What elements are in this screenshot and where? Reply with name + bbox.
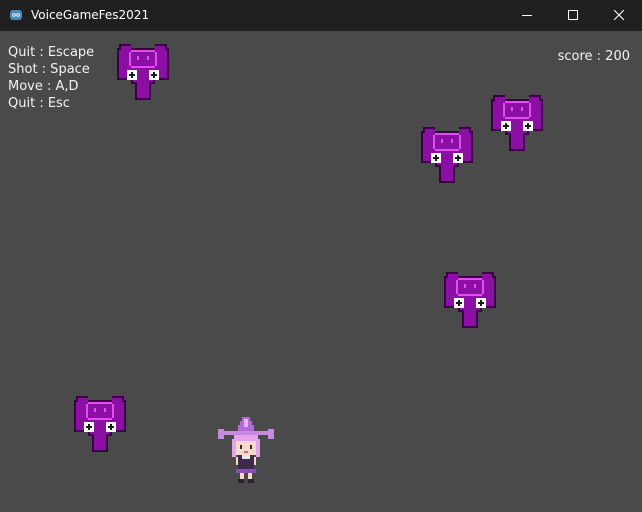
game-window: VoiceGameFes2021 Quit : Escape Shot : Sp… (0, 0, 642, 512)
enemy-ghost (421, 127, 473, 183)
minimize-button[interactable] (504, 0, 550, 31)
score-display: score : 200 (557, 49, 630, 64)
control-line: Quit : Escape (8, 45, 95, 60)
maximize-button[interactable] (550, 0, 596, 31)
enemy-ghost (117, 44, 169, 100)
godot-icon (10, 10, 22, 20)
control-line: Quit : Esc (8, 96, 70, 111)
player-character (218, 417, 274, 483)
enemy-ghost (74, 396, 126, 452)
control-line: Move : A,D (8, 79, 79, 94)
enemy-ghost (444, 272, 496, 328)
maximize-icon (568, 10, 578, 20)
window-title: VoiceGameFes2021 (31, 8, 150, 22)
controls-help: Quit : Escape Shot : Space Move : A,D Qu… (8, 44, 94, 112)
enemy-ghost (491, 95, 543, 151)
game-canvas[interactable]: Quit : Escape Shot : Space Move : A,D Qu… (0, 31, 642, 512)
control-line: Shot : Space (8, 62, 90, 77)
title-bar[interactable]: VoiceGameFes2021 (0, 0, 642, 31)
minimize-icon (522, 15, 532, 16)
close-icon (614, 10, 624, 20)
close-button[interactable] (596, 0, 642, 31)
